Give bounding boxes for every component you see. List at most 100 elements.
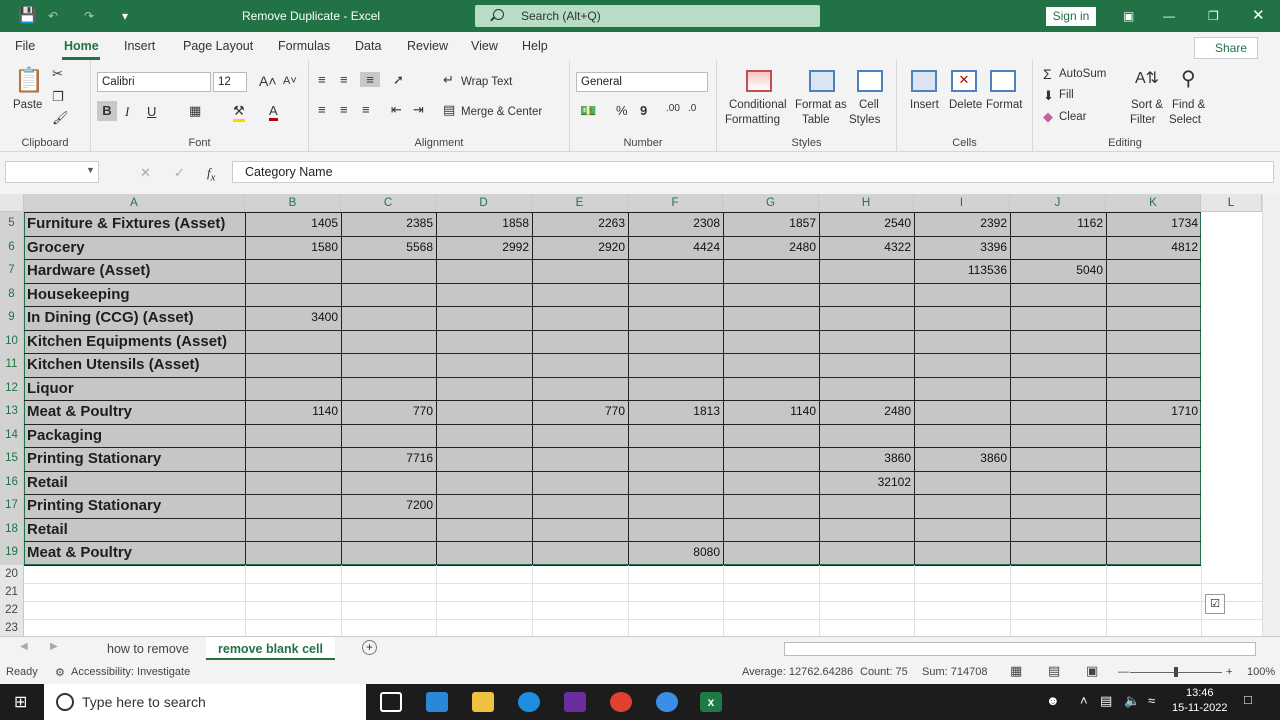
category-cell[interactable]: Printing Stationary [27,447,161,470]
wrap-text-button[interactable]: Wrap Text [461,76,512,88]
increase-indent-icon[interactable]: ⇥ [413,102,424,118]
decrease-indent-icon[interactable]: ⇤ [391,102,402,118]
close-icon[interactable]: ✕ [1252,0,1265,32]
increase-font-icon[interactable]: A˄ [259,73,277,89]
row-header[interactable]: 9 [0,306,24,330]
align-left-icon[interactable]: ≡ [318,102,326,117]
wrap-text-icon[interactable]: ↵ [443,72,454,88]
format-as-table-label2[interactable]: Table [802,114,830,126]
tab-help[interactable]: Help [522,39,548,53]
fill-icon[interactable]: ⬇ [1043,88,1054,104]
format-as-table-icon[interactable] [809,70,835,92]
orientation-icon[interactable]: ➚ [393,72,404,88]
zoom-in-icon[interactable]: + [1226,666,1232,678]
notifications-icon[interactable]: □ [1244,692,1252,707]
enter-icon[interactable]: ✓ [174,165,185,181]
font-size-select[interactable]: 12 [213,72,247,92]
category-cell[interactable]: Printing Stationary [27,494,161,517]
volume-icon[interactable]: 🔈 [1124,693,1140,709]
mail-app-icon[interactable] [426,692,448,712]
value-cell[interactable]: 4812 [1106,236,1198,259]
formula-input[interactable]: Category Name [232,161,1274,183]
category-cell[interactable]: Kitchen Utensils (Asset) [27,353,200,376]
task-view-icon[interactable] [380,692,402,712]
horizontal-scrollbar[interactable] [784,642,1256,656]
currency-icon[interactable]: 💵 [580,103,596,119]
row-header[interactable]: 7 [0,259,24,283]
format-as-table-label1[interactable]: Format as [795,99,847,111]
tab-formulas[interactable]: Formulas [278,39,330,53]
comma-icon[interactable]: 9 [640,103,647,118]
align-bottom-icon[interactable]: ≡ [360,72,380,87]
select-all-corner[interactable] [0,194,24,212]
category-cell[interactable]: Kitchen Equipments (Asset) [27,330,227,353]
value-cell[interactable]: 3860 [819,447,911,470]
increase-decimal-icon[interactable]: .00 [666,103,680,114]
row-header[interactable]: 5 [0,212,24,236]
insert-cells-button[interactable]: Insert [910,99,939,111]
value-cell[interactable]: 3400 [245,306,338,329]
edge-icon[interactable] [518,692,540,712]
value-cell[interactable]: 1162 [1010,212,1103,235]
normal-view-icon[interactable]: ▦ [1010,663,1022,679]
status-average[interactable]: Average: 12762.64286 [742,666,853,678]
autosum-button[interactable]: AutoSum [1059,68,1106,80]
insert-cells-icon[interactable] [911,70,937,92]
column-header-e[interactable]: E [532,194,628,212]
value-cell[interactable]: 7716 [341,447,433,470]
font-color-icon[interactable]: A [269,103,278,121]
row-header[interactable]: 17 [0,494,24,518]
number-format-select[interactable]: General [576,72,708,92]
file-explorer-icon[interactable] [472,692,494,712]
tab-home[interactable]: Home [64,39,99,53]
category-cell[interactable]: Retail [27,471,68,494]
row-header[interactable]: 6 [0,235,24,259]
accessibility-status[interactable]: Accessibility: Investigate [71,666,190,678]
quick-analysis-icon[interactable]: ☑ [1205,594,1225,614]
value-cell[interactable]: 1580 [245,236,338,259]
sort-filter-label1[interactable]: Sort & [1131,99,1163,111]
conditional-formatting-icon[interactable] [746,70,772,92]
status-count[interactable]: Count: 75 [860,666,908,678]
column-header-d[interactable]: D [436,194,532,212]
windows-start-icon[interactable]: ⊞ [14,692,27,712]
tab-view[interactable]: View [471,39,498,53]
customize-toolbar-icon[interactable]: ▾ [122,0,128,32]
row-header[interactable]: 16 [0,470,24,494]
value-cell[interactable]: 1858 [436,212,529,235]
tab-page-layout[interactable]: Page Layout [183,39,253,53]
clear-button[interactable]: Clear [1059,111,1086,123]
paste-icon[interactable]: 📋 [14,66,44,95]
copy-icon[interactable]: ❐ [52,89,64,105]
align-right-icon[interactable]: ≡ [362,102,370,117]
category-cell[interactable]: In Dining (CCG) (Asset) [27,306,194,329]
row-header[interactable]: 8 [0,282,24,306]
value-cell[interactable]: 1813 [628,400,720,423]
zoom-slider-thumb[interactable] [1174,667,1178,677]
cell-styles-icon[interactable] [857,70,883,92]
font-name-select[interactable]: Calibri [97,72,211,92]
format-painter-icon[interactable]: 🖌 [52,110,69,126]
insert-function-icon[interactable]: fx [207,165,215,184]
people-icon[interactable]: ☻ [1046,693,1060,708]
value-cell[interactable]: 2385 [341,212,433,235]
value-cell[interactable]: 1710 [1106,400,1198,423]
align-top-icon[interactable]: ≡ [318,72,326,87]
value-cell[interactable]: 2308 [628,212,720,235]
taskbar-search[interactable]: Type here to search [44,684,366,720]
sheet-tab-remove-blank-cell[interactable]: remove blank cell [206,637,335,661]
paste-label[interactable]: Paste [13,99,42,111]
format-cells-button[interactable]: Format [986,99,1022,111]
align-center-icon[interactable]: ≡ [340,102,348,117]
value-cell[interactable]: 7200 [341,494,433,517]
autosum-icon[interactable]: Σ [1043,66,1052,82]
minimize-icon[interactable]: — [1163,0,1175,32]
clear-icon[interactable]: ◆ [1043,109,1053,125]
merge-center-button[interactable]: Merge & Center [461,106,542,118]
tab-file[interactable]: File [15,39,35,53]
value-cell[interactable]: 1734 [1106,212,1198,235]
delete-cells-icon[interactable]: ✕ [951,70,977,92]
cell-styles-label1[interactable]: Cell [859,99,879,111]
value-cell[interactable]: 113536 [914,259,1007,282]
tab-data[interactable]: Data [355,39,381,53]
